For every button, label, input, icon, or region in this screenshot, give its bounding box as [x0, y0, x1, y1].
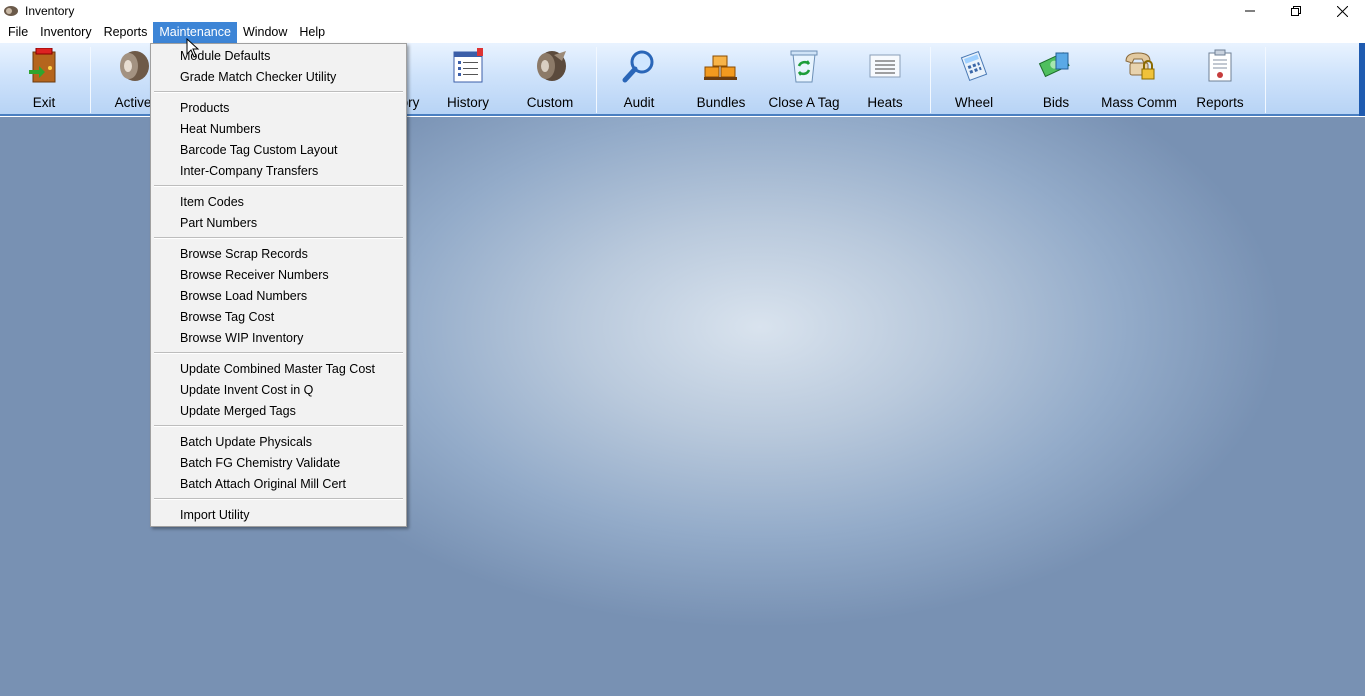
menu-item-barcode-tag-custom-layout[interactable]: Barcode Tag Custom Layout	[180, 142, 338, 158]
exit-door-icon	[25, 47, 63, 85]
toolbar-bids-label: Bids	[1042, 95, 1070, 110]
magnifier-icon	[620, 47, 658, 85]
report-icon	[1201, 47, 1239, 85]
toolbar-reports-button[interactable]: Reports	[1184, 43, 1256, 114]
window-controls	[1227, 0, 1365, 22]
menu-help[interactable]: Help	[293, 22, 331, 43]
toolbar-history-label: History	[446, 95, 489, 110]
bids-money-icon	[1037, 47, 1075, 85]
menu-item-update-merged-tags[interactable]: Update Merged Tags	[180, 403, 296, 419]
menu-bar: File Inventory Reports Maintenance Windo…	[0, 22, 1365, 43]
maintenance-menu: Module Defaults Grade Match Checker Util…	[150, 43, 407, 527]
menu-item-grade-match-checker-utility[interactable]: Grade Match Checker Utility	[180, 69, 336, 85]
menu-separator	[154, 91, 403, 93]
toolbar-history-button[interactable]: History	[432, 43, 504, 114]
app-icon	[4, 6, 18, 16]
toolbar-custom-button[interactable]: Custom	[512, 43, 588, 114]
restore-icon	[1291, 6, 1301, 16]
menu-separator	[154, 498, 403, 500]
heats-list-icon	[866, 47, 904, 85]
toolbar-audit-label: Audit	[623, 95, 655, 110]
menu-item-browse-tag-cost[interactable]: Browse Tag Cost	[180, 309, 274, 325]
toolbar-bundles-label: Bundles	[696, 95, 746, 110]
menu-separator	[154, 352, 403, 354]
menu-file[interactable]: File	[2, 22, 34, 43]
toolbar-separator	[930, 47, 931, 113]
toolbar-heats-label: Heats	[867, 95, 903, 110]
toolbar-bundles-button[interactable]: Bundles	[684, 43, 758, 114]
menu-separator	[154, 237, 403, 239]
toolbar-heats-button[interactable]: Heats	[848, 43, 922, 114]
toolbar-exit-button[interactable]: Exit	[4, 43, 84, 114]
toolbar-close-a-tag-label: Close A Tag	[768, 95, 840, 110]
toolbar-wheel-button[interactable]: Wheel	[936, 43, 1012, 114]
toolbar-bids-button[interactable]: Bids	[1018, 43, 1094, 114]
minimize-button[interactable]	[1227, 0, 1273, 22]
window-title: Inventory	[25, 4, 75, 18]
toolbar-audit-button[interactable]: Audit	[602, 43, 676, 114]
menu-item-browse-load-numbers[interactable]: Browse Load Numbers	[180, 288, 307, 304]
menu-item-part-numbers[interactable]: Part Numbers	[180, 215, 257, 231]
toolbar-separator	[1265, 47, 1266, 113]
close-button[interactable]	[1319, 0, 1365, 22]
phone-lock-icon	[1120, 47, 1158, 85]
restore-button[interactable]	[1273, 0, 1319, 22]
menu-separator	[154, 185, 403, 187]
menu-item-heat-numbers[interactable]: Heat Numbers	[180, 121, 261, 137]
bundles-icon	[702, 47, 740, 85]
toolbar-custom-label: Custom	[526, 95, 574, 110]
menu-item-browse-receiver-numbers[interactable]: Browse Receiver Numbers	[180, 267, 329, 283]
menu-item-batch-update-physicals[interactable]: Batch Update Physicals	[180, 434, 312, 450]
toolbar-close-a-tag-button[interactable]: Close A Tag	[764, 43, 844, 114]
toolbar-separator	[90, 47, 91, 113]
menu-inventory[interactable]: Inventory	[34, 22, 97, 43]
calculator-icon	[955, 47, 993, 85]
menu-item-inter-company-transfers[interactable]: Inter-Company Transfers	[180, 163, 318, 179]
history-list-icon	[449, 47, 487, 85]
coil-custom-icon	[531, 47, 569, 85]
menu-window[interactable]: Window	[237, 22, 293, 43]
coil-icon	[114, 47, 152, 85]
menu-item-update-invent-cost-in-q[interactable]: Update Invent Cost in Q	[180, 382, 313, 398]
toolbar-mass-comm-button[interactable]: Mass Comm	[1098, 43, 1180, 114]
menu-item-batch-fg-chemistry-validate[interactable]: Batch FG Chemistry Validate	[180, 455, 340, 471]
toolbar-edge	[1359, 43, 1365, 116]
toolbar-active-label: Active	[114, 95, 152, 110]
mouse-cursor-icon	[186, 38, 200, 58]
toolbar-separator	[596, 47, 597, 113]
menu-item-import-utility[interactable]: Import Utility	[180, 507, 249, 523]
toolbar-wheel-label: Wheel	[954, 95, 994, 110]
close-icon	[1336, 5, 1348, 17]
menu-item-products[interactable]: Products	[180, 100, 229, 116]
title-bar: Inventory	[0, 0, 1365, 22]
menu-item-item-codes[interactable]: Item Codes	[180, 194, 244, 210]
menu-item-update-combined-master-tag-cost[interactable]: Update Combined Master Tag Cost	[180, 361, 375, 377]
menu-reports[interactable]: Reports	[98, 22, 154, 43]
minimize-icon	[1245, 10, 1255, 12]
menu-item-browse-scrap-records[interactable]: Browse Scrap Records	[180, 246, 308, 262]
recycle-bin-icon	[785, 47, 823, 85]
menu-separator	[154, 425, 403, 427]
toolbar-exit-label: Exit	[32, 95, 56, 110]
toolbar-mass-comm-label: Mass Comm	[1101, 95, 1177, 110]
toolbar-reports-label: Reports	[1196, 95, 1244, 110]
menu-item-browse-wip-inventory[interactable]: Browse WIP Inventory	[180, 330, 303, 346]
menu-item-batch-attach-original-mill-cert[interactable]: Batch Attach Original Mill Cert	[180, 476, 346, 492]
